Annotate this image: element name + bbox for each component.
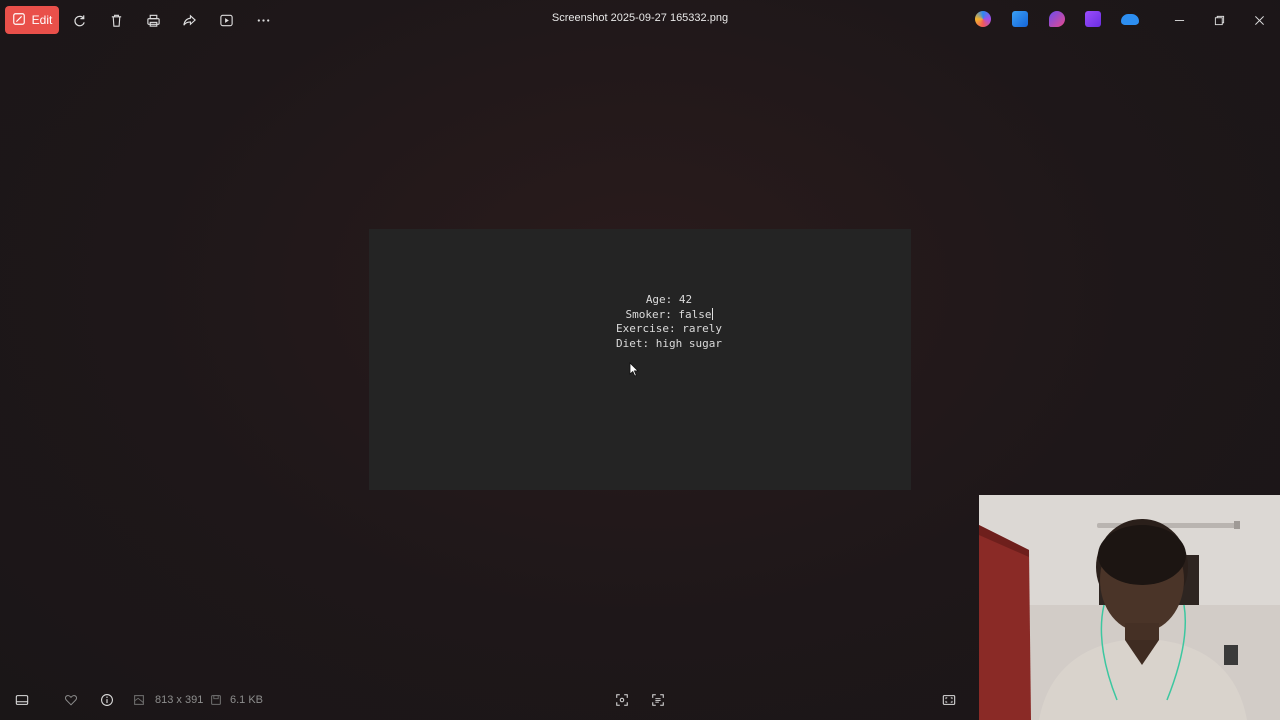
more-icon <box>257 18 269 22</box>
file-size: 6.1 KB <box>230 694 264 706</box>
image-line-age: Age: 42 <box>645 293 693 306</box>
print-button[interactable] <box>143 10 163 30</box>
filmstrip-icon <box>15 695 29 705</box>
restore-button[interactable] <box>1209 10 1229 30</box>
fullscreen-icon <box>942 695 956 705</box>
image-dimensions: 813 x 391 <box>155 694 204 706</box>
close-button[interactable] <box>1249 10 1269 30</box>
scan-text-icon <box>652 694 664 706</box>
scan-text-button[interactable] <box>649 691 667 709</box>
slideshow-icon <box>219 14 233 26</box>
rotate-button[interactable] <box>69 10 89 30</box>
more-options-button[interactable] <box>253 10 273 30</box>
fit-screen-icon <box>616 694 628 706</box>
minimize-icon <box>1174 19 1184 21</box>
edit-button[interactable]: Edit <box>5 6 59 34</box>
file-info-button[interactable] <box>98 691 116 709</box>
edit-icon <box>12 12 26 29</box>
edit-label: Edit <box>31 13 53 27</box>
top-toolbar: Edit Screenshot 2025-09-27 165332.png <box>0 0 1280 40</box>
restore-icon <box>1214 15 1224 25</box>
webcam-person-image <box>979 495 1280 720</box>
image-line-diet: Diet: high sugar <box>616 336 722 350</box>
print-icon <box>146 14 160 27</box>
share-icon <box>182 14 196 26</box>
favorite-button[interactable] <box>62 691 80 709</box>
copilot-icon[interactable] <box>975 11 991 27</box>
info-icon <box>101 694 113 706</box>
dimensions-icon <box>132 691 146 709</box>
heart-icon <box>64 695 78 706</box>
filmstrip-button[interactable] <box>13 691 31 709</box>
fullscreen-button[interactable] <box>940 691 958 709</box>
photos-viewer-window: Edit Screenshot 2025-09-27 165332.png Ag… <box>0 0 1280 720</box>
delete-button[interactable] <box>106 10 126 30</box>
rotate-icon <box>73 14 85 26</box>
clipchamp-icon[interactable] <box>1049 11 1065 27</box>
fit-to-window-button[interactable] <box>613 691 631 709</box>
file-size-icon <box>209 691 223 709</box>
image-text-block: Age: 42 Smoker: false Exercise: rarely D… <box>369 293 969 351</box>
share-button[interactable] <box>179 10 199 30</box>
image-line-exercise: Exercise: rarely <box>616 322 722 336</box>
displayed-image: Age: 42 Smoker: false Exercise: rarely D… <box>369 229 911 490</box>
video-editor-icon[interactable] <box>1085 11 1101 27</box>
delete-icon <box>111 14 121 27</box>
mouse-cursor-icon <box>629 362 639 377</box>
window-title: Screenshot 2025-09-27 165332.png <box>551 12 729 24</box>
close-icon <box>1254 15 1264 25</box>
slideshow-button[interactable] <box>216 10 236 30</box>
webcam-overlay <box>979 495 1280 720</box>
designer-icon[interactable] <box>1012 11 1028 27</box>
image-line-smoker: Smoker: false <box>625 307 713 321</box>
minimize-button[interactable] <box>1169 10 1189 30</box>
onedrive-icon[interactable] <box>1121 14 1139 25</box>
text-caret <box>711 307 713 320</box>
